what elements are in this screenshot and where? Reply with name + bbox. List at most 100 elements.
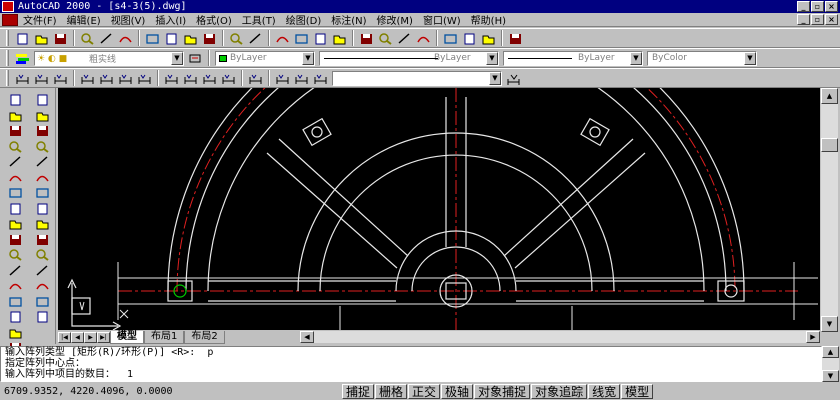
scroll-right-button[interactable]: ▶	[806, 331, 820, 343]
snap-toggle[interactable]: 捕捉	[342, 384, 375, 399]
otrack-toggle[interactable]: 对象追踪	[531, 384, 588, 399]
spline-icon[interactable]	[4, 216, 26, 232]
dim-continue-icon[interactable]	[181, 70, 200, 87]
scroll-up-button[interactable]: ▲	[821, 88, 838, 104]
model-toggle[interactable]: 模型	[621, 384, 654, 399]
make-block-icon[interactable]	[4, 278, 26, 294]
autocad-app-icon[interactable]	[2, 1, 14, 12]
chevron-down-icon[interactable]: ▼	[744, 51, 756, 65]
rotate-icon[interactable]	[31, 185, 53, 201]
dim-text-edit-icon[interactable]	[292, 70, 311, 87]
layer-dropdown[interactable]: ☀ ◐ ■ 粗实线 ▼	[34, 50, 184, 66]
tab-model[interactable]: 模型	[110, 330, 144, 344]
center-mark-icon[interactable]	[246, 70, 265, 87]
layers-icon[interactable]	[13, 50, 32, 67]
restore-button[interactable]: ▫	[811, 1, 824, 12]
trim-icon[interactable]	[31, 232, 53, 248]
fillet-icon[interactable]	[31, 294, 53, 310]
stretch-icon[interactable]	[31, 216, 53, 232]
polyline-icon[interactable]	[4, 123, 26, 139]
scroll-left-button[interactable]: ◀	[300, 331, 314, 343]
vertical-scroll-thumb[interactable]	[821, 138, 838, 152]
command-window[interactable]: 输入阵列类型 [矩形(R)/环形(P)] <R>: p 指定阵列中心点： 输入阵…	[0, 346, 822, 382]
menu-format[interactable]: 格式(O)	[191, 12, 237, 27]
next-tab-button[interactable]: ▶	[84, 331, 97, 343]
print-icon[interactable]	[78, 30, 97, 47]
menu-dimension[interactable]: 标注(N)	[326, 12, 371, 27]
region-icon[interactable]	[4, 325, 26, 341]
hatch-icon[interactable]	[4, 309, 26, 325]
cut-icon[interactable]	[143, 30, 162, 47]
drawing-canvas[interactable]	[58, 88, 820, 330]
polar-toggle[interactable]: 极轴	[441, 384, 474, 399]
lineweight-dropdown[interactable]: ByLayer ▼	[503, 50, 643, 66]
doc-restore-button[interactable]: ▫	[811, 14, 824, 25]
redo-icon[interactable]	[246, 30, 265, 47]
zoom-realtime-icon[interactable]	[376, 30, 395, 47]
menu-draw[interactable]: 绘图(D)	[281, 12, 327, 27]
extend-icon[interactable]	[31, 247, 53, 263]
insert-block-icon[interactable]	[4, 263, 26, 279]
minimize-button[interactable]: _	[797, 1, 810, 12]
coordinate-display[interactable]: 6709.9352, 4220.4096, 0.0000	[0, 386, 342, 397]
dimension-style-icon[interactable]	[504, 70, 523, 87]
close-button[interactable]: ×	[825, 1, 838, 12]
array-icon[interactable]	[31, 154, 53, 170]
copy-icon[interactable]	[162, 30, 181, 47]
dim-angular-icon[interactable]	[116, 70, 135, 87]
chevron-down-icon[interactable]: ▼	[486, 51, 498, 65]
break-icon[interactable]	[31, 263, 53, 279]
dbconnect-icon[interactable]	[311, 30, 330, 47]
paste-icon[interactable]	[181, 30, 200, 47]
tolerance-icon[interactable]	[219, 70, 238, 87]
chamfer-icon[interactable]	[31, 278, 53, 294]
scroll-up-button[interactable]: ▲	[822, 346, 839, 358]
mirror-icon[interactable]	[31, 123, 53, 139]
menu-file[interactable]: 文件(F)	[18, 12, 62, 27]
last-tab-button[interactable]: ▶|	[97, 331, 110, 343]
menu-tools[interactable]: 工具(T)	[237, 12, 281, 27]
explode-icon[interactable]	[31, 309, 53, 325]
scroll-down-button[interactable]: ▼	[821, 316, 838, 332]
adcenter-icon[interactable]	[330, 30, 349, 47]
scale-icon[interactable]	[31, 201, 53, 217]
polygon-icon[interactable]	[4, 139, 26, 155]
toolbar-grip[interactable]	[6, 70, 9, 86]
ellipse-icon[interactable]	[4, 232, 26, 248]
undo-icon[interactable]	[227, 30, 246, 47]
offset-icon[interactable]	[31, 139, 53, 155]
ellipse-arc-icon[interactable]	[4, 247, 26, 263]
zoom-window-icon[interactable]	[395, 30, 414, 47]
doc-minimize-button[interactable]: _	[797, 14, 810, 25]
quick-dim-icon[interactable]	[135, 70, 154, 87]
plotstyle-dropdown[interactable]: ByColor ▼	[647, 50, 757, 66]
help-icon[interactable]	[506, 30, 525, 47]
scroll-down-button[interactable]: ▼	[822, 370, 839, 382]
menu-help[interactable]: 帮助(H)	[466, 12, 511, 27]
line-icon[interactable]	[4, 92, 26, 108]
chevron-down-icon[interactable]: ▼	[302, 51, 314, 65]
first-tab-button[interactable]: |◀	[58, 331, 71, 343]
snap-from-icon[interactable]	[292, 30, 311, 47]
match-icon[interactable]	[200, 30, 219, 47]
color-dropdown[interactable]: ByLayer ▼	[215, 50, 315, 66]
design-center-icon[interactable]	[460, 30, 479, 47]
circle-icon[interactable]	[4, 185, 26, 201]
tab-layout2[interactable]: 布局2	[184, 330, 225, 344]
dim-edit-icon[interactable]	[273, 70, 292, 87]
menu-window[interactable]: 窗口(W)	[418, 12, 466, 27]
find-icon[interactable]	[116, 30, 135, 47]
today-icon[interactable]	[479, 30, 498, 47]
grid-toggle[interactable]: 栅格	[375, 384, 408, 399]
menu-edit[interactable]: 编辑(E)	[62, 12, 106, 27]
linetype-dropdown[interactable]: ByLayer ▼	[319, 50, 499, 66]
zoom-previous-icon[interactable]	[414, 30, 433, 47]
horizontal-scrollbar[interactable]: ◀ ▶	[300, 331, 820, 343]
revision-cloud-icon[interactable]	[4, 201, 26, 217]
new-icon[interactable]	[13, 30, 32, 47]
chevron-down-icon[interactable]: ▼	[489, 71, 501, 85]
menu-insert[interactable]: 插入(I)	[150, 12, 191, 27]
save-icon[interactable]	[51, 30, 70, 47]
document-icon[interactable]	[2, 13, 18, 26]
rectangle-icon[interactable]	[4, 154, 26, 170]
